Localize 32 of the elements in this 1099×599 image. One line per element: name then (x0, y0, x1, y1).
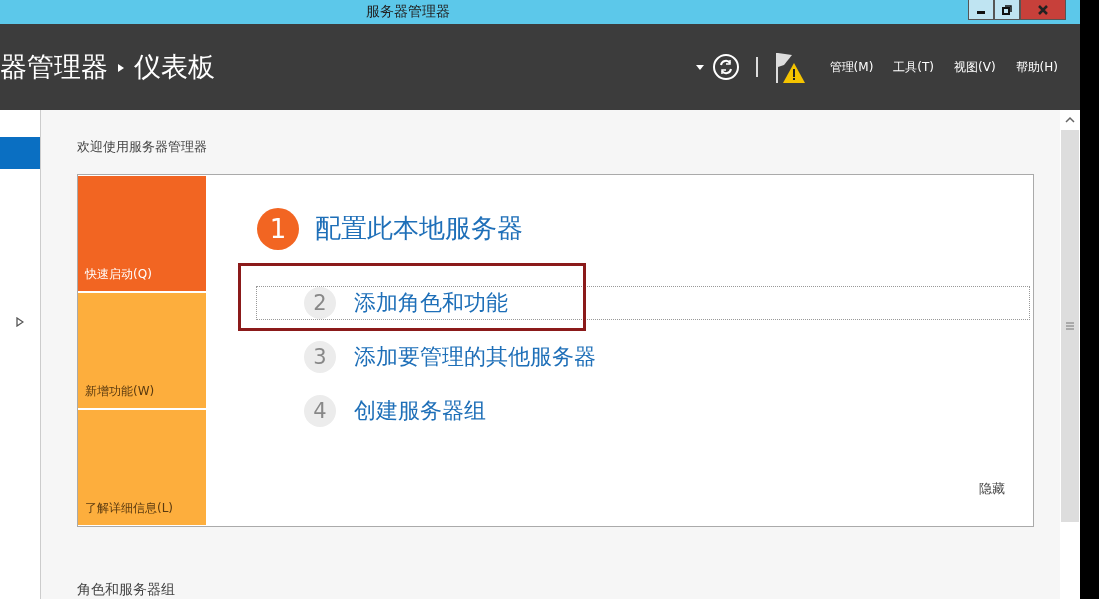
step-link[interactable]: 2 添加角色和功能 (256, 285, 1030, 320)
step-label: 创建服务器组 (354, 396, 486, 425)
close-icon (1038, 4, 1048, 15)
step-link[interactable]: 3 添加要管理的其他服务器 (256, 339, 1030, 374)
step-link[interactable]: 1 配置此本地服务器 (256, 204, 1030, 253)
menu-item[interactable]: 帮助(H) (1015, 58, 1058, 76)
step-number: 4 (304, 394, 336, 427)
step-label: 添加角色和功能 (354, 288, 508, 317)
step-link[interactable]: 4 创建服务器组 (256, 393, 1030, 428)
menu-item[interactable]: 视图(V) (954, 58, 996, 76)
step-number: 3 (304, 340, 336, 373)
scroll-up-icon[interactable] (1065, 116, 1075, 124)
restore-icon (1002, 4, 1012, 15)
tile-tab[interactable]: 新增功能(W) (78, 292, 206, 408)
step-label: 添加要管理的其他服务器 (354, 342, 596, 371)
expand-arrow-icon[interactable] (16, 317, 24, 327)
step-number: 1 (257, 207, 299, 250)
menu-item[interactable]: 管理(M) (829, 58, 874, 76)
section-heading: 角色和服务器组 (77, 581, 176, 599)
tile-tab[interactable]: 了解详细信息(L) (78, 409, 206, 525)
welcome-heading: 欢迎使用服务器管理器 (77, 138, 208, 156)
window-title: 服务器管理器 (366, 3, 451, 21)
restore-button[interactable] (994, 0, 1020, 20)
menu-item[interactable]: 工具(T) (893, 58, 935, 76)
hide-link[interactable]: 隐藏 (979, 480, 1005, 498)
minimize-button[interactable] (968, 0, 994, 20)
breadcrumb-item[interactable]: 器管理器 (0, 49, 108, 85)
scrollbar-thumb[interactable] (1061, 130, 1079, 522)
minimize-icon (977, 11, 985, 14)
breadcrumb-item[interactable]: 仪表板 (134, 49, 215, 85)
step-number: 2 (304, 286, 336, 319)
step-label: 配置此本地服务器 (315, 212, 523, 246)
